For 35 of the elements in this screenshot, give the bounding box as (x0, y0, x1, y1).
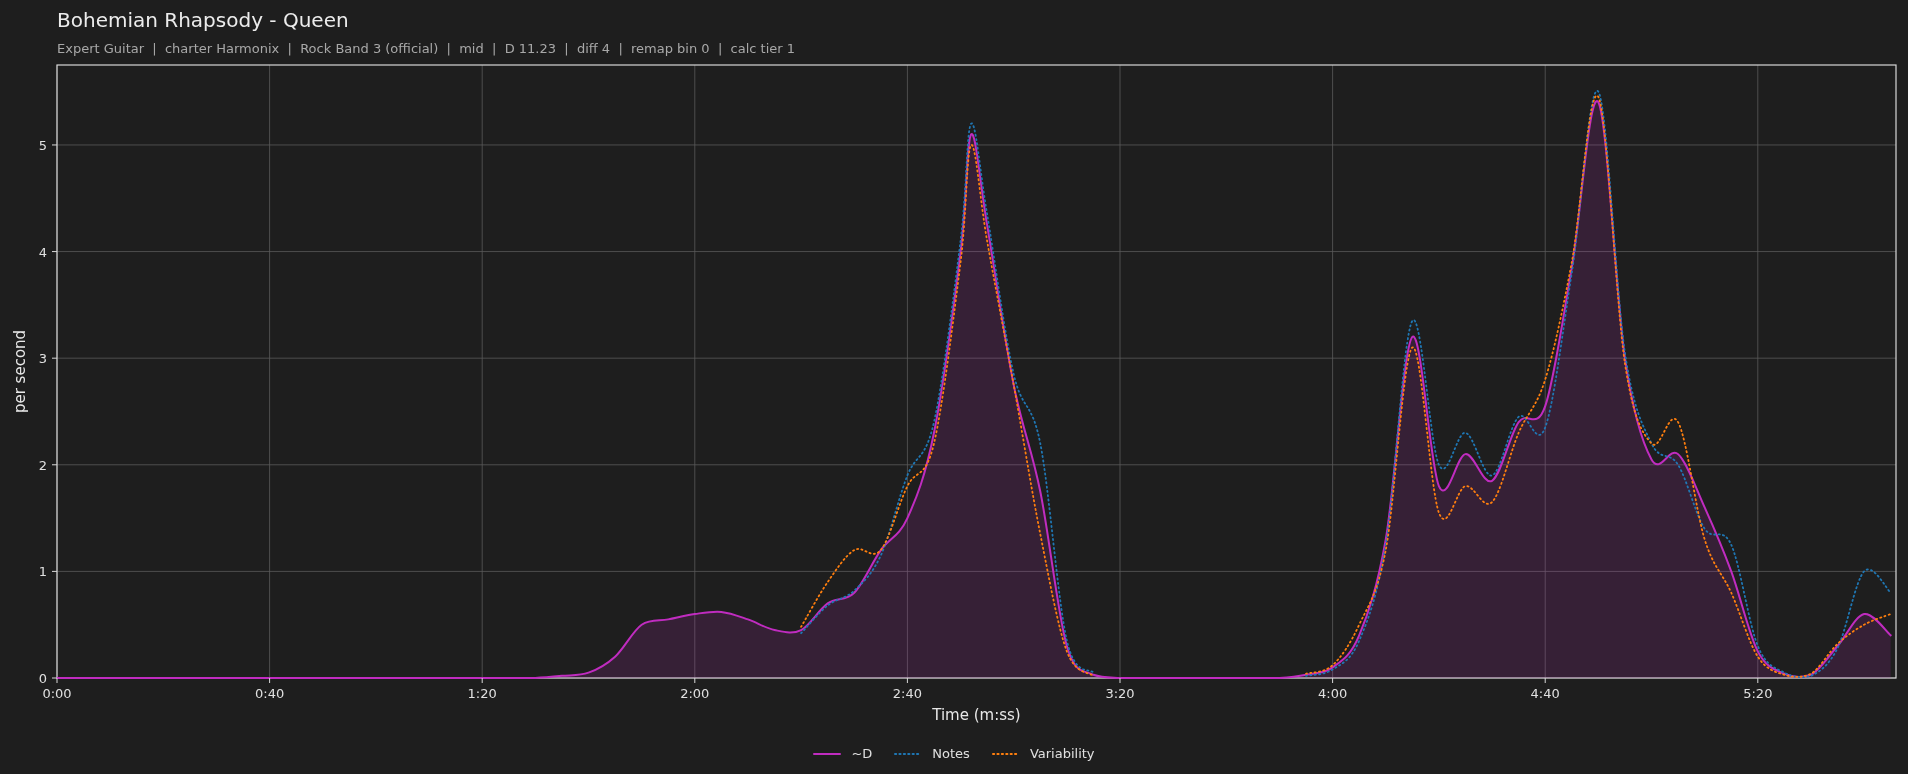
tick-mark (51, 357, 58, 359)
legend-label: Variability (1029, 745, 1095, 764)
tick-mark (1544, 677, 1546, 684)
x-tick-label: 3:20 (1105, 686, 1135, 701)
y-tick-label: 5 (38, 137, 47, 153)
x-tick-label: 0:00 (42, 686, 72, 701)
x-tick-label: 1:20 (467, 686, 497, 701)
x-tick-label: 4:00 (1318, 686, 1348, 701)
y-tick-label: 2 (38, 457, 47, 473)
tick-mark (1332, 677, 1334, 684)
y-tick-label: 1 (38, 564, 47, 580)
tick-mark (269, 677, 271, 684)
tick-mark (1757, 677, 1759, 684)
y-tick-label: 0 (38, 671, 47, 686)
x-tick-label: 2:40 (892, 686, 922, 701)
tick-mark (906, 677, 908, 684)
tick-mark (51, 464, 58, 466)
legend-label: Notes (932, 745, 970, 764)
tick-mark (694, 677, 696, 684)
y-tick-label: 3 (38, 351, 47, 367)
x-tick-label: 5:20 (1743, 686, 1773, 701)
chart-subtitle: Expert Guitar | charter Harmonix | Rock Band 3 (official) | mid | D 11.23 | diff 4 | remap bin 0 | calc tier 1 (57, 40, 795, 58)
chart-title: Bohemian Rhapsody - Queen (57, 7, 349, 34)
x-tick-label: 0:40 (255, 686, 285, 701)
x-axis-label: Time (m:ss) (932, 706, 1021, 724)
y-tick-label: 4 (38, 244, 47, 260)
legend-label: ~D (851, 745, 873, 764)
tick-mark (481, 677, 483, 684)
tick-mark (1119, 677, 1121, 684)
tick-mark (51, 570, 58, 572)
tick-mark (51, 251, 58, 253)
tick-mark (51, 144, 58, 146)
x-tick-label: 4:40 (1530, 686, 1560, 701)
x-tick-label: 2:00 (680, 686, 710, 701)
y-axis-label: per second (11, 329, 29, 414)
